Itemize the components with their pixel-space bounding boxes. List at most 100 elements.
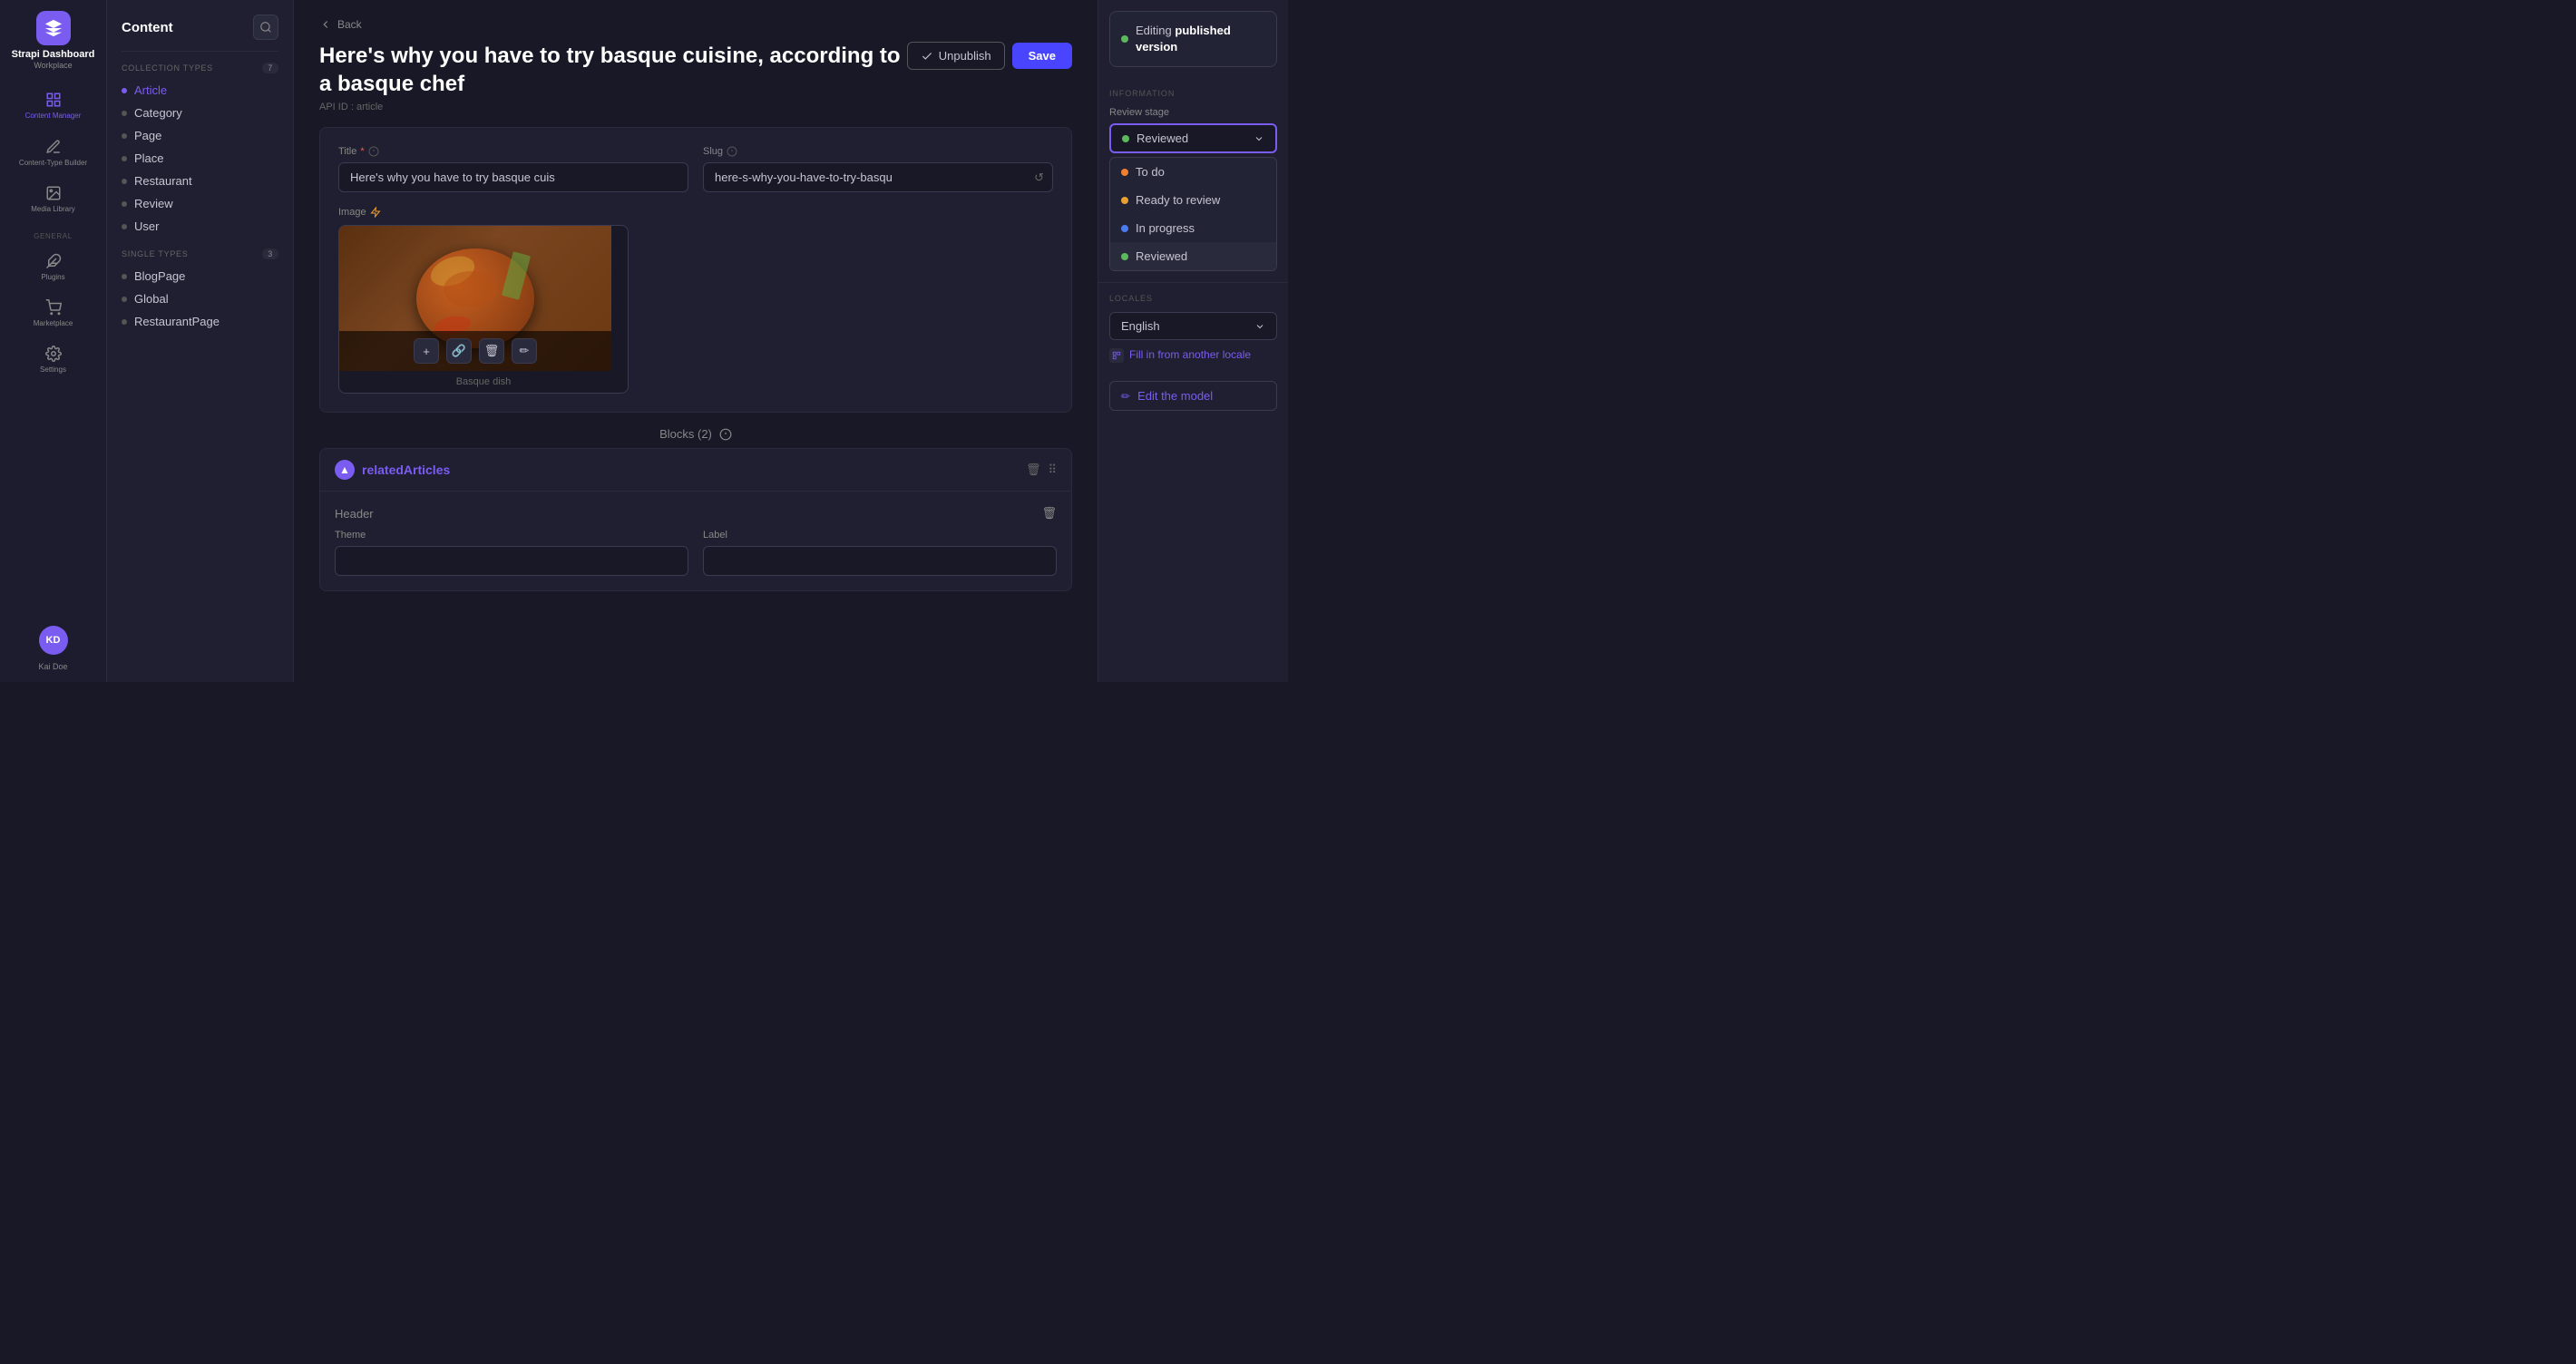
panel-search-button[interactable]: [253, 15, 278, 40]
related-drag-icon[interactable]: ⠿: [1048, 463, 1057, 477]
header-actions: Unpublish Save: [907, 42, 1072, 70]
nav-dot: [122, 224, 127, 229]
nav-item-label: User: [134, 219, 159, 233]
nav-item-user[interactable]: User: [107, 215, 293, 238]
related-body: Header 🗑 Theme Label: [320, 492, 1071, 590]
information-label: INFORMATION: [1109, 89, 1277, 98]
image-add-button[interactable]: +: [414, 338, 439, 364]
image-delete-button[interactable]: 🗑: [479, 338, 504, 364]
title-input[interactable]: [338, 162, 688, 192]
theme-group: Theme: [335, 530, 688, 576]
sidebar-item-settings[interactable]: Settings: [0, 338, 106, 381]
image-link-button[interactable]: 🔗: [446, 338, 472, 364]
dropdown-item-todo[interactable]: To do: [1110, 158, 1276, 186]
label-input[interactable]: [703, 546, 1057, 576]
editing-badge: Editing published version: [1121, 23, 1265, 55]
slug-refresh-icon[interactable]: ↺: [1034, 170, 1044, 185]
header-delete-icon[interactable]: 🗑: [1041, 506, 1057, 521]
edit-model-button[interactable]: ✏ Edit the model: [1109, 381, 1277, 411]
user-avatar[interactable]: KD: [39, 626, 68, 655]
nav-dot: [122, 111, 127, 116]
ready-dot: [1121, 197, 1128, 204]
app-logo: [36, 11, 71, 45]
sidebar-item-label: Media Library: [31, 205, 74, 214]
related-actions: 🗑 ⠿: [1026, 463, 1057, 477]
required-indicator: *: [360, 146, 364, 157]
user-name: Kai Doe: [38, 662, 67, 671]
status-dot: [1121, 35, 1128, 43]
slug-input[interactable]: [703, 162, 1053, 192]
review-stage-select[interactable]: Reviewed: [1109, 123, 1277, 153]
pencil-icon: ✏: [1121, 390, 1130, 403]
image-label: Image: [338, 207, 1053, 218]
nav-dot: [122, 133, 127, 139]
nav-item-page[interactable]: Page: [107, 124, 293, 147]
locales-section: Locales English Fill in from another loc…: [1098, 282, 1288, 374]
back-button[interactable]: Back: [319, 18, 1072, 31]
header-section-label: Header 🗑: [335, 506, 1057, 521]
theme-input[interactable]: [335, 546, 688, 576]
save-button[interactable]: Save: [1012, 43, 1072, 69]
slug-group: Slug ↺: [703, 146, 1053, 192]
unpublish-button[interactable]: Unpublish: [907, 42, 1005, 70]
nav-item-category[interactable]: Category: [107, 102, 293, 124]
article-form-card: Title * Slug ↺: [319, 127, 1072, 413]
fill-locale-icon: [1109, 348, 1124, 363]
fill-locale-link[interactable]: Fill in from another locale: [1109, 347, 1277, 363]
blocks-header: Blocks (2): [319, 427, 1072, 441]
dropdown-item-reviewed[interactable]: Reviewed: [1110, 242, 1276, 270]
nav-dot: [122, 201, 127, 207]
locale-select[interactable]: English: [1109, 312, 1277, 340]
slug-label: Slug: [703, 146, 1053, 157]
panel-divider: [122, 51, 278, 52]
nav-item-restaurantpage[interactable]: RestaurantPage: [107, 310, 293, 333]
nav-item-blogpage[interactable]: BlogPage: [107, 265, 293, 287]
sidebar-item-label: Marketplace: [34, 319, 73, 327]
review-stage-dropdown: To do Ready to review In progress Review…: [1109, 157, 1277, 271]
related-articles-title: ▲ relatedArticles: [335, 460, 450, 480]
general-section-label: GENERAL: [34, 232, 73, 240]
expand-icon[interactable]: ▲: [335, 460, 355, 480]
related-articles-card: ▲ relatedArticles 🗑 ⠿ Header 🗑 Theme: [319, 448, 1072, 591]
nav-item-restaurant[interactable]: Restaurant: [107, 170, 293, 192]
nav-dot: [122, 274, 127, 279]
information-section: INFORMATION Review stage Reviewed To do: [1098, 78, 1288, 282]
sidebar-item-media-library[interactable]: Media Library: [0, 178, 106, 221]
dropdown-item-ready[interactable]: Ready to review: [1110, 186, 1276, 214]
dropdown-item-in-progress[interactable]: In progress: [1110, 214, 1276, 242]
sidebar-item-label: Plugins: [41, 273, 64, 281]
nav-item-label: RestaurantPage: [134, 315, 220, 328]
locales-label: Locales: [1109, 294, 1277, 303]
nav-dot: [122, 179, 127, 184]
sidebar-item-plugins[interactable]: Plugins: [0, 246, 106, 288]
nav-dot: [122, 156, 127, 161]
nav-item-global[interactable]: Global: [107, 287, 293, 310]
image-caption: Basque dish: [339, 371, 628, 393]
collection-types-section: COLLECTION TYPES 7: [107, 63, 293, 79]
todo-dot: [1121, 169, 1128, 176]
main-content: Back Here's why you have to try basque c…: [294, 0, 1098, 682]
sidebar-item-marketplace[interactable]: Marketplace: [0, 292, 106, 335]
slug-input-wrap: ↺: [703, 162, 1053, 192]
collection-count: 7: [262, 63, 278, 73]
review-dot: [1122, 135, 1129, 142]
sidebar-item-content-manager[interactable]: Content Manager: [0, 84, 106, 128]
image-section: Image: [338, 207, 1053, 394]
nav-dot: [122, 297, 127, 302]
nav-item-article[interactable]: Article: [107, 79, 293, 102]
nav-dot: [122, 88, 127, 93]
related-articles-header: ▲ relatedArticles 🗑 ⠿: [320, 449, 1071, 492]
image-edit-button[interactable]: ✏: [512, 338, 537, 364]
theme-label: Theme: [335, 530, 688, 541]
in-progress-dot: [1121, 225, 1128, 232]
nav-dot: [122, 319, 127, 325]
food-image: + 🔗 🗑 ✏: [339, 226, 611, 371]
related-delete-icon[interactable]: 🗑: [1026, 463, 1041, 477]
editing-status-card: Editing published version: [1109, 11, 1277, 67]
nav-item-label: Global: [134, 292, 169, 306]
image-overlay: + 🔗 🗑 ✏: [339, 331, 611, 371]
nav-item-review[interactable]: Review: [107, 192, 293, 215]
page-api-id: API ID : article: [319, 102, 907, 112]
sidebar-item-content-type-builder[interactable]: Content-Type Builder: [0, 132, 106, 175]
nav-item-place[interactable]: Place: [107, 147, 293, 170]
